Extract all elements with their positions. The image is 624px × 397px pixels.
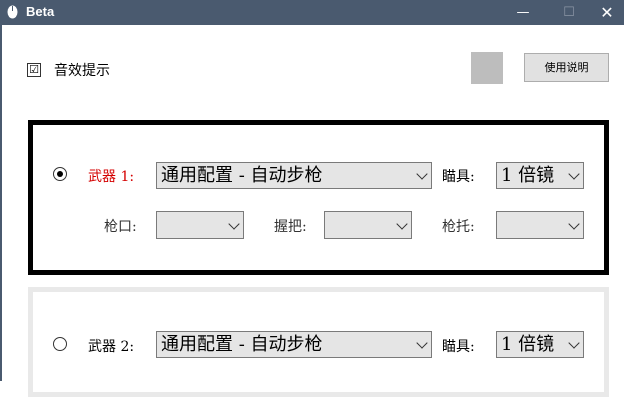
color-swatch[interactable]	[471, 52, 503, 84]
weapon-2-radio[interactable]	[53, 337, 67, 351]
chevron-down-icon	[568, 168, 580, 180]
chevron-down-icon	[568, 218, 580, 230]
grip-label: 握把:	[274, 219, 307, 235]
weapon-2-scope-value: 1 倍镜	[501, 334, 555, 355]
chevron-down-icon	[396, 218, 408, 230]
chevron-down-icon	[228, 218, 240, 230]
grip-select[interactable]	[324, 211, 412, 239]
window-frame	[0, 25, 2, 381]
muzzle-label: 枪口:	[104, 219, 137, 235]
weapon-1-config-select[interactable]: 通用配置 - 自动步枪	[156, 162, 432, 189]
chevron-down-icon	[416, 337, 428, 349]
chevron-down-icon	[416, 168, 428, 180]
sound-checkbox[interactable]: ☑	[27, 63, 41, 77]
weapon-1-scope-value: 1 倍镜	[501, 165, 555, 186]
window-title: Beta	[26, 4, 55, 19]
radio-dot	[57, 171, 63, 177]
weapon-2-scope-select[interactable]: 1 倍镜	[496, 331, 584, 358]
weapon-2-config-select[interactable]: 通用配置 - 自动步枪	[156, 331, 432, 358]
weapon-2-label: 武器 2:	[88, 339, 135, 355]
weapon-1-radio[interactable]	[53, 167, 67, 181]
sound-label: 音效提示	[54, 63, 110, 79]
minimize-button[interactable]: —	[500, 0, 546, 25]
stock-select[interactable]	[496, 211, 584, 239]
sound-toggle[interactable]: ☑ 音效提示	[27, 60, 110, 80]
weapon-1-scope-label: 瞄具:	[442, 169, 475, 185]
muzzle-select[interactable]	[156, 211, 244, 239]
stock-label: 枪托:	[442, 219, 475, 235]
weapon-1-label: 武器 1:	[88, 169, 135, 185]
weapon-1-config-value: 通用配置 - 自动步枪	[161, 165, 323, 186]
title-bar: Beta — ☐ ✕	[0, 0, 624, 25]
maximize-button[interactable]: ☐	[546, 0, 592, 25]
help-button[interactable]: 使用说明	[524, 53, 609, 82]
weapon-1-scope-select[interactable]: 1 倍镜	[496, 162, 584, 189]
weapon-2-scope-label: 瞄具:	[442, 339, 475, 355]
weapon-2-config-value: 通用配置 - 自动步枪	[161, 334, 323, 355]
weapon-1-panel	[28, 120, 609, 275]
chevron-down-icon	[568, 337, 580, 349]
mouse-icon	[7, 5, 18, 19]
close-button[interactable]: ✕	[590, 0, 624, 25]
